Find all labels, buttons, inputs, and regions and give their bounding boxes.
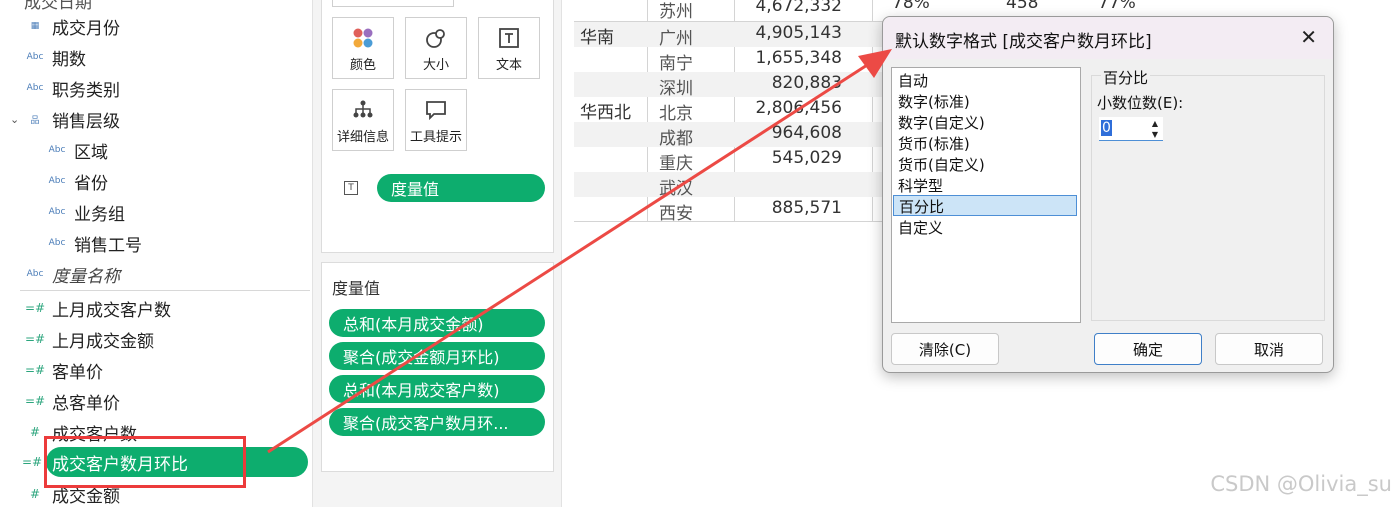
watermark: CSDN @Olivia_su: [1210, 472, 1392, 496]
annotation-arrow: [267, 49, 892, 454]
